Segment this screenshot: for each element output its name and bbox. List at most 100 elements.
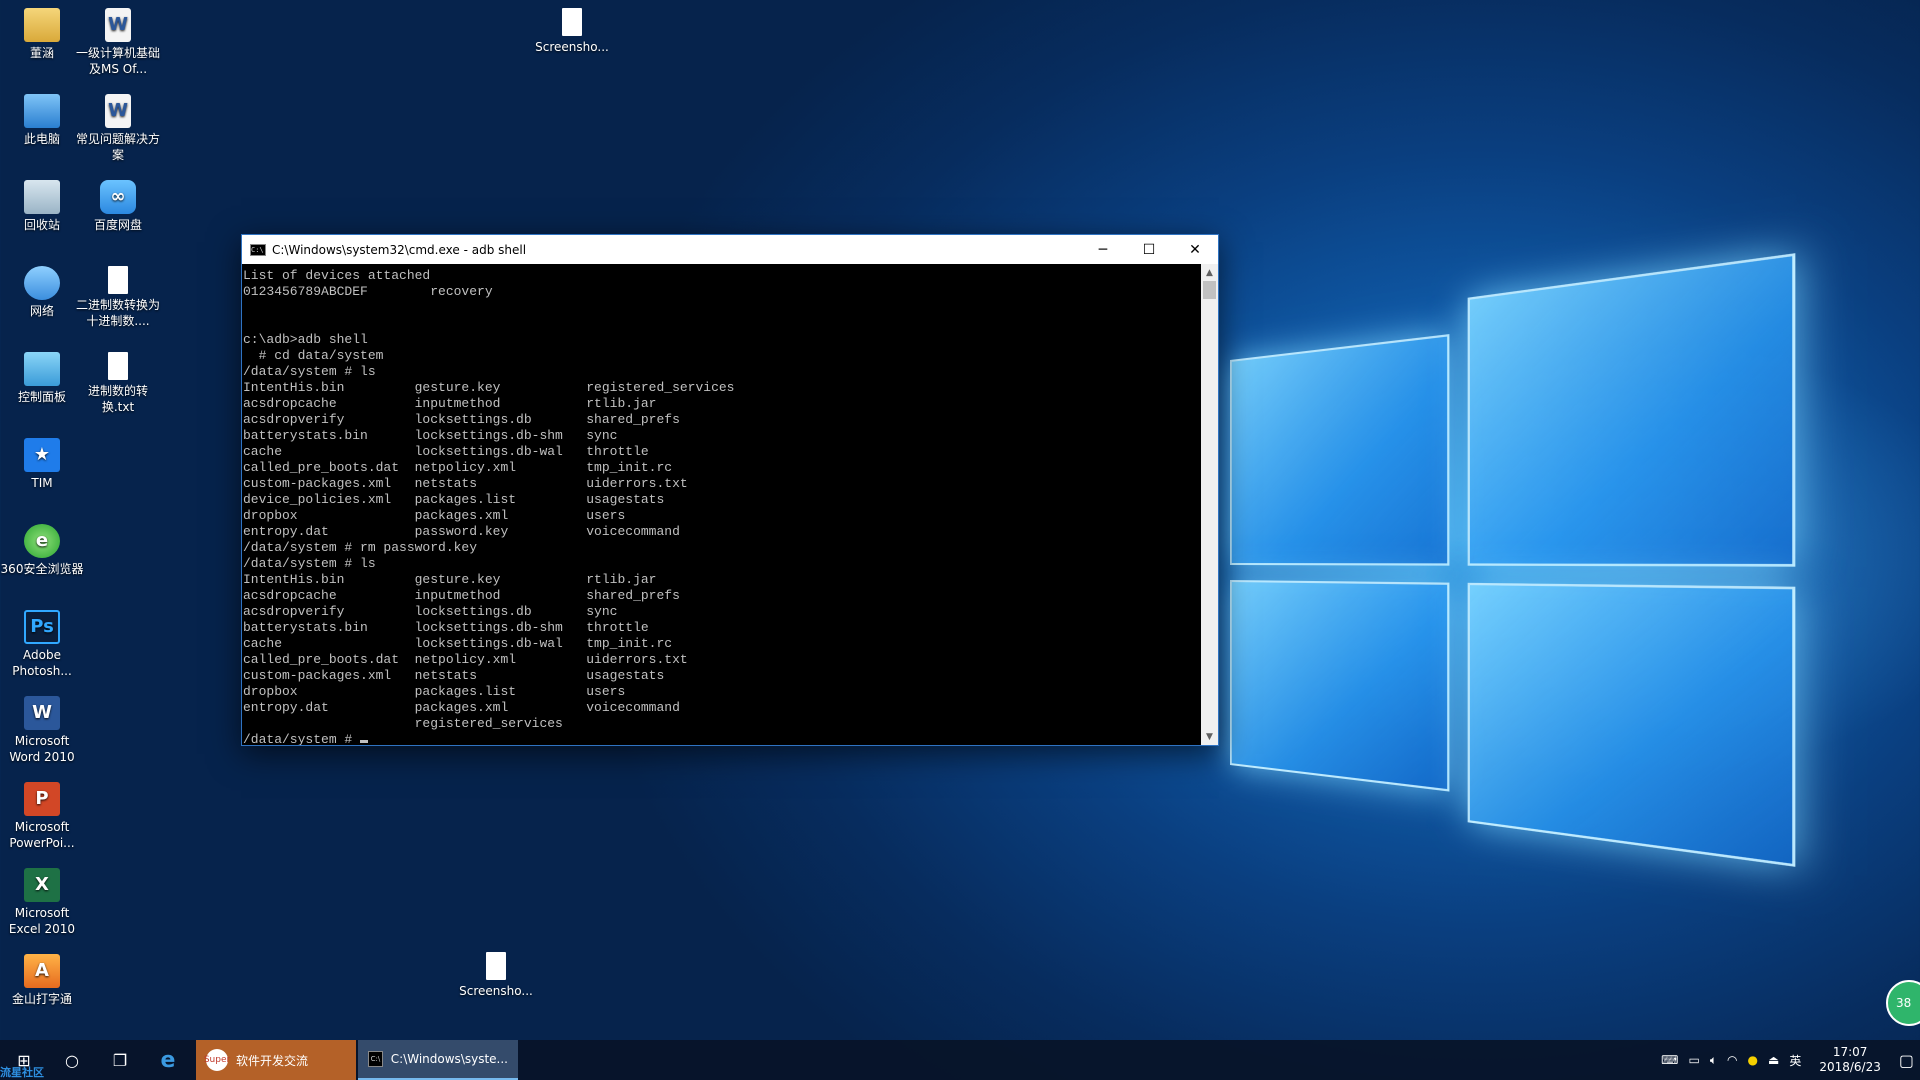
desktop-icon-label: 一级计算机基础及MS Of... [76, 45, 160, 77]
desktop-icon-label: Microsoft PowerPoi... [0, 819, 84, 851]
desktop-icon[interactable]: Screensho... [454, 948, 538, 999]
paper-icon [486, 952, 506, 980]
console-line: /data/system # ls [243, 364, 1202, 380]
console-line: cache locksettings.db-wal throttle [243, 444, 1202, 460]
console-line: called_pre_boots.dat netpolicy.xml uider… [243, 652, 1202, 668]
word-icon: W [24, 696, 60, 730]
console-icon: C:\ [250, 244, 266, 256]
folder-icon [24, 8, 60, 42]
close-button[interactable]: ✕ [1172, 235, 1218, 264]
desktop-icon-label: Microsoft Word 2010 [0, 733, 84, 765]
desktop-icon[interactable]: Screensho... [530, 4, 614, 55]
scroll-down-icon[interactable]: ▼ [1201, 728, 1218, 745]
console-line: dropbox packages.list users [243, 684, 1202, 700]
search-icon[interactable]: ○ [48, 1040, 96, 1080]
console-line: custom-packages.xml netstats uiderrors.t… [243, 476, 1202, 492]
paper-icon [108, 266, 128, 294]
scrollbar[interactable]: ▲ ▼ [1201, 264, 1218, 745]
desktop-icon-label: 常见问题解决方案 [76, 131, 160, 163]
clock-date: 2018/6/23 [1819, 1060, 1881, 1075]
taskbar-app-label: C:\Windows\syste... [391, 1052, 508, 1066]
desktop-icon-label: 回收站 [0, 217, 84, 233]
maximize-button[interactable]: ☐ [1126, 235, 1172, 264]
console-prompt-line[interactable]: /data/system # [243, 732, 1202, 745]
desktop-icon[interactable]: ★ TIM [0, 434, 84, 491]
desktop-icon-label: Screensho... [454, 983, 538, 999]
console-line: device_policies.xml packages.list usages… [243, 492, 1202, 508]
desktop-icon[interactable]: 网络 [0, 262, 84, 319]
clock-time: 17:07 [1819, 1045, 1881, 1060]
taskbar-app-cmd[interactable]: C:\ C:\Windows\syste... [358, 1040, 518, 1080]
watermark: 流星社区 [0, 1064, 44, 1080]
desktop-icon[interactable]: 董涵 [0, 4, 84, 61]
system-tray: ⌨ ▭ 🔈︎ ◠ ● ⏏︎ 英 17:07 2018/6/23 ▢ [1661, 1045, 1920, 1075]
ps-icon: Ps [24, 610, 60, 644]
desktop-icon[interactable]: ∞ 百度网盘 [76, 176, 160, 233]
console-line: dropbox packages.xml users [243, 508, 1202, 524]
desktop-icon[interactable]: A 金山打字通 [0, 950, 84, 1007]
doc-icon: W [105, 94, 131, 128]
cmd-window[interactable]: C:\ C:\Windows\system32\cmd.exe - adb sh… [241, 234, 1219, 746]
scroll-thumb[interactable] [1203, 281, 1216, 299]
pc-icon [24, 94, 60, 128]
desktop-icon[interactable]: e 360安全浏览器 [0, 520, 84, 577]
desktop-icon-label: Microsoft Excel 2010 [0, 905, 84, 937]
title-bar[interactable]: C:\ C:\Windows\system32\cmd.exe - adb sh… [242, 235, 1218, 264]
desktop-icon-label: 二进制数转换为十进制数.... [76, 297, 160, 329]
desktop-icon-label: Screensho... [530, 39, 614, 55]
security-icon[interactable]: ● [1748, 1053, 1758, 1067]
console-line: cache locksettings.db-wal tmp_init.rc [243, 636, 1202, 652]
ctrl-icon [24, 352, 60, 386]
browser-icon: e [24, 524, 60, 558]
console-output[interactable]: List of devices attached 0123456789ABCDEF… [242, 264, 1202, 745]
desktop-icon[interactable]: W Microsoft Word 2010 [0, 692, 84, 765]
battery-icon[interactable]: ▭ [1688, 1053, 1699, 1067]
desktop-icon-label: 进制数的转换.txt [76, 383, 160, 415]
desktop-icon[interactable]: 此电脑 [0, 90, 84, 147]
jinshan-icon: A [24, 954, 60, 988]
console-line: /data/system # rm password.key [243, 540, 1202, 556]
desktop-icon-label: Adobe Photosh... [0, 647, 84, 679]
desktop-icon[interactable]: W 常见问题解决方案 [76, 90, 160, 163]
usb-icon[interactable]: ⏏︎ [1768, 1053, 1779, 1067]
console-line: IntentHis.bin gesture.key registered_ser… [243, 380, 1202, 396]
desktop-icon-label: 金山打字通 [0, 991, 84, 1007]
desktop-icon-label: 控制面板 [0, 389, 84, 405]
floating-badge[interactable]: 38 [1886, 980, 1920, 1026]
desktop-icon[interactable]: Ps Adobe Photosh... [0, 606, 84, 679]
console-line: registered_services [243, 716, 1202, 732]
scroll-up-icon[interactable]: ▲ [1201, 264, 1218, 281]
desktop-icon[interactable]: 回收站 [0, 176, 84, 233]
paper-icon [108, 352, 128, 380]
minimize-button[interactable]: ─ [1080, 235, 1126, 264]
notification-icon[interactable]: ▢ [1899, 1051, 1914, 1070]
clock[interactable]: 17:07 2018/6/23 [1819, 1045, 1881, 1075]
console-line: called_pre_boots.dat netpolicy.xml tmp_i… [243, 460, 1202, 476]
task-view-icon[interactable]: ❐ [96, 1040, 144, 1080]
desktop-icon[interactable]: W 一级计算机基础及MS Of... [76, 4, 160, 77]
console-line: c:\adb>adb shell [243, 332, 1202, 348]
console-line: batterystats.bin locksettings.db-shm syn… [243, 428, 1202, 444]
desktop-icon-label: 360安全浏览器 [0, 561, 84, 577]
console-line: 0123456789ABCDEF recovery [243, 284, 1202, 300]
desktop-icon[interactable]: 控制面板 [0, 348, 84, 405]
windows-logo-wallpaper [1230, 253, 1795, 867]
edge-icon[interactable]: e [144, 1040, 192, 1080]
bin-icon [24, 180, 60, 214]
volume-icon[interactable]: 🔈︎ [1710, 1053, 1717, 1068]
desktop-icon[interactable]: 二进制数转换为十进制数.... [76, 262, 160, 329]
text-cursor [360, 740, 368, 743]
console-line [243, 300, 1202, 316]
desktop-icon[interactable]: 进制数的转换.txt [76, 348, 160, 415]
net-icon [24, 266, 60, 300]
ime-indicator[interactable]: 英 [1789, 1052, 1801, 1069]
taskbar-app-chat[interactable]: Super 软件开发交流 [196, 1040, 356, 1080]
desktop-icon[interactable]: P Microsoft PowerPoi... [0, 778, 84, 851]
desktop-icon[interactable]: X Microsoft Excel 2010 [0, 864, 84, 937]
keyboard-icon[interactable]: ⌨ [1661, 1053, 1678, 1067]
chat-app-icon: Super [206, 1049, 228, 1071]
wifi-icon[interactable]: ◠ [1727, 1053, 1737, 1067]
console-line: /data/system # ls [243, 556, 1202, 572]
excel-icon: X [24, 868, 60, 902]
desktop-icon-label: 此电脑 [0, 131, 84, 147]
